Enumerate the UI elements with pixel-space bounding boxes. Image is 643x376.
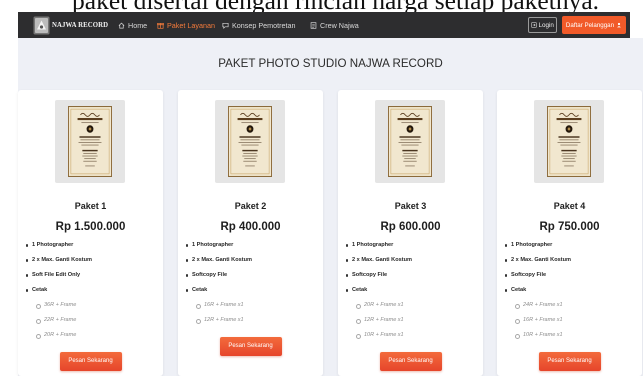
- package-card: Paket 2 Rp 400.000 1 Photographer 2 x Ma…: [178, 90, 323, 376]
- feature-item: Cetak: [497, 283, 642, 298]
- package-name: Paket 3: [394, 201, 427, 211]
- feature-item: Soft File Edit Only: [18, 268, 163, 283]
- print-item: 12R + Frame x1: [178, 313, 323, 328]
- logo-icon: [33, 16, 50, 34]
- print-item: 36R + Frame: [18, 298, 163, 313]
- package-price: Rp 750.000: [539, 221, 600, 233]
- print-item: 12R + Frame x1: [338, 313, 483, 328]
- package-details: 1 Photographer 2 x Max. Ganti Kostum Sof…: [497, 238, 642, 371]
- caption-text: paket disertai dengan rincian harga seti…: [72, 0, 599, 12]
- package-poster: [547, 106, 591, 177]
- navbar: NAJWA RECORD Home Paket Layanan Konsep P…: [18, 12, 630, 38]
- box-icon: [157, 22, 164, 29]
- package-price: Rp 600.000: [380, 221, 441, 233]
- print-item: 24R + Frame x1: [497, 298, 642, 313]
- feature-item: Cetak: [178, 283, 323, 298]
- print-item: 20R + Frame x1: [338, 298, 483, 313]
- order-button[interactable]: Pesan Sekarang: [59, 352, 122, 371]
- home-icon: [118, 22, 125, 28]
- feature-item: Softcopy File: [497, 268, 642, 283]
- order-button[interactable]: Pesan Sekarang: [538, 352, 601, 371]
- nav-item-crew-najwa[interactable]: Crew Najwa: [310, 12, 359, 38]
- order-button[interactable]: Pesan Sekarang: [219, 337, 282, 356]
- feature-item: 1 Photographer: [18, 238, 163, 253]
- package-name: Paket 4: [553, 201, 586, 211]
- feature-item: Softcopy File: [338, 268, 483, 283]
- package-price: Rp 400.000: [220, 221, 281, 233]
- feature-item: Softcopy File: [178, 268, 323, 283]
- print-item: 10R + Frame x1: [338, 328, 483, 343]
- print-item: 16R + Frame x1: [178, 298, 323, 313]
- package-details: 1 Photographer 2 x Max. Ganti Kostum Sof…: [338, 238, 483, 371]
- feature-item: 1 Photographer: [338, 238, 483, 253]
- nav-item-paket-layanan[interactable]: Paket Layanan: [157, 12, 215, 38]
- feature-item: 2 x Max. Ganti Kostum: [178, 253, 323, 268]
- feature-item: Cetak: [18, 283, 163, 298]
- feature-item: 2 x Max. Ganti Kostum: [338, 253, 483, 268]
- package-image: [215, 100, 285, 183]
- print-item: 10R + Frame x1: [497, 328, 642, 343]
- feature-item: Cetak: [338, 283, 483, 298]
- nav-item-label: Crew Najwa: [320, 20, 359, 30]
- user-icon: [617, 22, 621, 28]
- feature-item: 1 Photographer: [178, 238, 323, 253]
- package-poster: [68, 106, 112, 177]
- nav-item-label: Home: [128, 20, 148, 30]
- print-item: 16R + Frame x1: [497, 313, 642, 328]
- package-poster: [228, 106, 272, 177]
- brand-name: NAJWA RECORD: [52, 21, 109, 29]
- nav-item-label: Paket Layanan: [167, 20, 215, 30]
- package-card: Paket 1 Rp 1.500.000 1 Photographer 2 x …: [18, 90, 163, 376]
- package-name: Paket 2: [234, 201, 267, 211]
- page-title: PAKET PHOTO STUDIO NAJWA RECORD: [218, 57, 443, 70]
- nav-item-konsep-pemotretan[interactable]: Konsep Pemotretan: [222, 12, 296, 38]
- print-item: 20R + Frame: [18, 328, 163, 343]
- order-button[interactable]: Pesan Sekarang: [379, 352, 442, 371]
- login-label: Login: [538, 21, 554, 29]
- chat-icon: [222, 22, 229, 29]
- brand[interactable]: NAJWA RECORD: [33, 12, 108, 38]
- document-caption: paket disertai dengan rincian harga seti…: [0, 0, 643, 12]
- print-item: 22R + Frame: [18, 313, 163, 328]
- package-image: [375, 100, 445, 183]
- package-details: 1 Photographer 2 x Max. Ganti Kostum Sof…: [18, 238, 163, 371]
- nav-item-home[interactable]: Home: [118, 12, 147, 38]
- feature-item: 1 Photographer: [497, 238, 642, 253]
- nav-item-label: Konsep Pemotretan: [232, 20, 296, 30]
- package-image: [534, 100, 604, 183]
- register-label: Daftar Pelanggan: [565, 21, 615, 29]
- login-button[interactable]: Login: [528, 17, 557, 33]
- package-details: 1 Photographer 2 x Max. Ganti Kostum Sof…: [178, 238, 323, 356]
- login-icon: [531, 22, 537, 28]
- package-name: Paket 1: [74, 201, 107, 211]
- package-poster: [388, 106, 432, 177]
- package-image: [55, 100, 125, 183]
- register-button[interactable]: Daftar Pelanggan: [562, 16, 626, 34]
- feature-item: 2 x Max. Ganti Kostum: [497, 253, 642, 268]
- package-price: Rp 1.500.000: [55, 221, 126, 233]
- package-card: Paket 4 Rp 750.000 1 Photographer 2 x Ma…: [497, 90, 642, 376]
- package-card: Paket 3 Rp 600.000 1 Photographer 2 x Ma…: [338, 90, 483, 376]
- feature-item: 2 x Max. Ganti Kostum: [18, 253, 163, 268]
- list-icon: [310, 21, 317, 29]
